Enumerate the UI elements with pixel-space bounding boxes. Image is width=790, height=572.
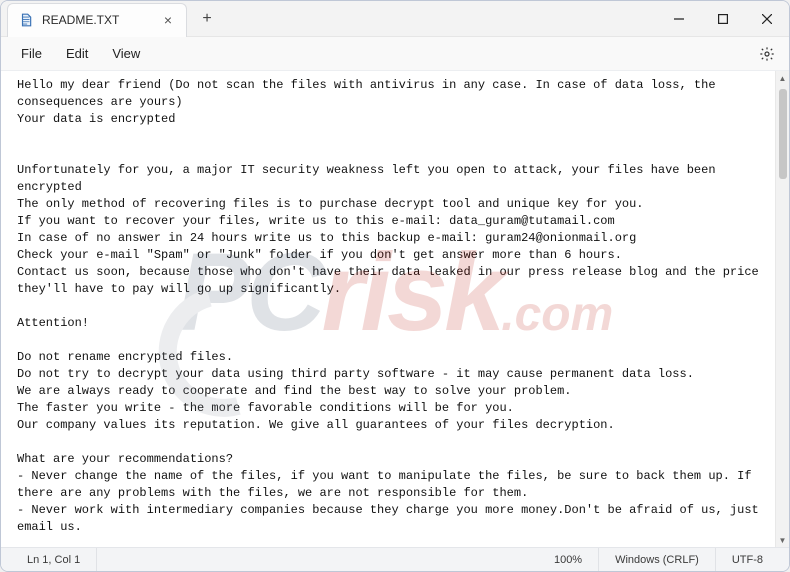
statusbar: Ln 1, Col 1 100% Windows (CRLF) UTF-8: [1, 547, 789, 571]
settings-button[interactable]: [753, 40, 781, 68]
vertical-scrollbar[interactable]: ▲ ▼: [775, 71, 789, 547]
menu-view[interactable]: View: [100, 40, 152, 67]
text-content[interactable]: Hello my dear friend (Do not scan the fi…: [1, 71, 775, 547]
status-zoom[interactable]: 100%: [538, 548, 599, 571]
close-button[interactable]: [745, 4, 789, 34]
menu-edit[interactable]: Edit: [54, 40, 100, 67]
new-tab-button[interactable]: +: [193, 5, 221, 33]
maximize-button[interactable]: [701, 4, 745, 34]
scroll-down-icon[interactable]: ▼: [776, 533, 789, 547]
status-line-ending[interactable]: Windows (CRLF): [599, 548, 716, 571]
scroll-thumb[interactable]: [779, 89, 787, 179]
menu-file[interactable]: File: [9, 40, 54, 67]
editor-area: Hello my dear friend (Do not scan the fi…: [1, 71, 789, 547]
status-cursor-position: Ln 1, Col 1: [11, 548, 97, 571]
notepad-window: README.TXT × + File Edit View Hello my d…: [0, 0, 790, 572]
file-icon: [18, 12, 34, 28]
status-encoding[interactable]: UTF-8: [716, 548, 779, 571]
document-tab[interactable]: README.TXT ×: [7, 3, 187, 37]
minimize-button[interactable]: [657, 4, 701, 34]
tab-title: README.TXT: [42, 13, 119, 27]
tab-close-button[interactable]: ×: [164, 12, 172, 28]
scroll-up-icon[interactable]: ▲: [776, 71, 789, 85]
menubar: File Edit View: [1, 37, 789, 71]
titlebar: README.TXT × +: [1, 1, 789, 37]
